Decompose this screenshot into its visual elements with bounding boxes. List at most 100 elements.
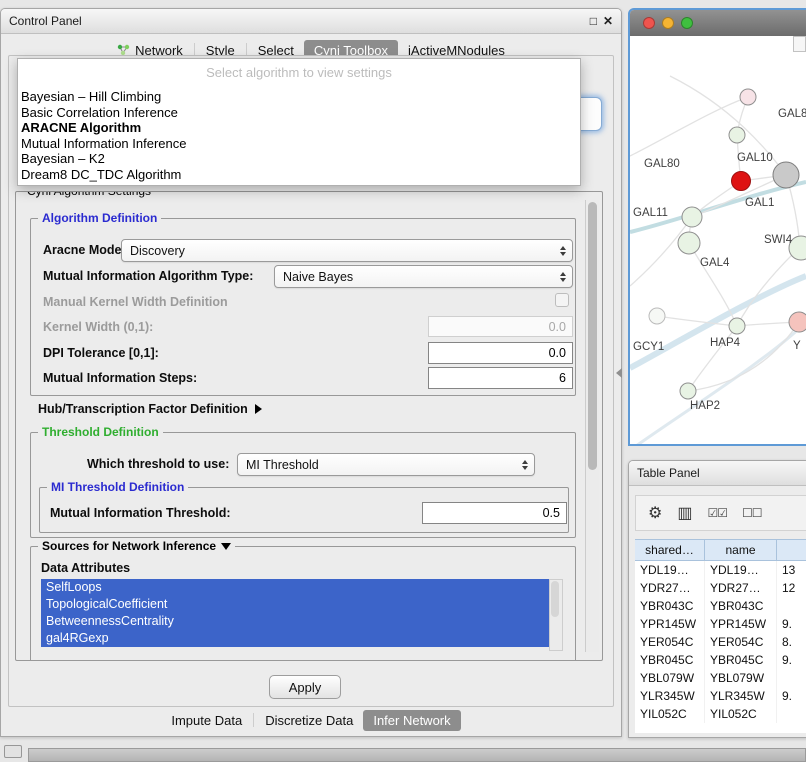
table-cell[interactable]: YDR27… <box>705 579 777 597</box>
table-cell[interactable]: YIL052C <box>705 705 777 723</box>
table-cell[interactable]: 8. <box>777 633 806 651</box>
graph-node-hap4[interactable] <box>729 318 745 334</box>
tab-infer-network[interactable]: Infer Network <box>363 710 460 731</box>
manual-kernel-width-checkbox[interactable] <box>555 293 569 307</box>
table-row[interactable]: YBR043C YBR043C <box>635 597 806 615</box>
table-row[interactable]: YBL079W YBL079W <box>635 669 806 687</box>
attribute-item-selected[interactable]: SelfLoops <box>41 579 549 596</box>
algorithm-option[interactable]: Mutual Information Inference <box>18 136 580 152</box>
settings-scrollbar[interactable] <box>585 200 599 652</box>
table-header-row: shared… name <box>635 539 806 561</box>
float-window-icon[interactable]: □ <box>590 14 597 28</box>
attributes-scrollbar-thumb[interactable] <box>551 581 559 617</box>
table-panel-titlebar[interactable]: Table Panel <box>629 461 806 486</box>
restore-panel-icon[interactable] <box>4 745 22 758</box>
network-window-titlebar[interactable] <box>630 10 806 36</box>
graph-node-gal11[interactable] <box>682 207 702 227</box>
table-cell[interactable]: 9. <box>777 651 806 669</box>
table-cell[interactable]: YBR045C <box>635 651 705 669</box>
attribute-item-selected[interactable]: TopologicalCoefficient <box>41 596 549 613</box>
table-row[interactable]: YER054C YER054C 8. <box>635 633 806 651</box>
algorithm-option[interactable]: Bayesian – K2 <box>18 151 580 167</box>
attributes-scrollbar[interactable] <box>549 579 563 651</box>
table-cell[interactable]: YBL079W <box>705 669 777 687</box>
apply-button[interactable]: Apply <box>269 675 341 699</box>
graph-node-gcy1[interactable] <box>649 308 665 324</box>
aracne-mode-select[interactable]: Discovery <box>121 239 573 262</box>
table-header-cell[interactable]: shared… <box>635 539 705 561</box>
table-cell[interactable] <box>777 669 806 687</box>
which-threshold-label: Which threshold to use: <box>87 457 229 471</box>
graph-node[interactable] <box>789 312 806 332</box>
algorithm-option-selected[interactable]: ARACNE Algorithm <box>18 120 580 136</box>
splitter-collapse-arrow[interactable] <box>616 368 622 378</box>
close-traffic-light[interactable] <box>643 17 655 29</box>
table-cell[interactable] <box>777 597 806 615</box>
table-row[interactable]: YLR345W YLR345W 9. <box>635 687 806 705</box>
settings-scrollbar-thumb[interactable] <box>588 202 597 470</box>
tab-impute-data[interactable]: Impute Data <box>161 710 252 731</box>
graph-node-gal1[interactable] <box>773 162 799 188</box>
table-cell[interactable]: YER054C <box>635 633 705 651</box>
table-cell[interactable]: YPR145W <box>635 615 705 633</box>
canvas-scrollbar-top[interactable] <box>793 36 806 52</box>
table-row[interactable]: YIL052C YIL052C <box>635 705 806 723</box>
minimize-traffic-light[interactable] <box>662 17 674 29</box>
table-cell[interactable]: 13 <box>777 561 806 579</box>
mi-threshold-label: Mutual Information Threshold: <box>50 506 231 520</box>
graph-node[interactable] <box>740 89 756 105</box>
hub-factor-section-toggle[interactable]: Hub/Transcription Factor Definition <box>38 402 262 416</box>
table-cell[interactable]: YER054C <box>705 633 777 651</box>
select-all-columns-icon[interactable]: ☑☑ <box>707 506 727 520</box>
table-cell[interactable]: YBL079W <box>635 669 705 687</box>
mi-algorithm-type-select[interactable]: Naive Bayes <box>274 265 573 288</box>
table-cell[interactable] <box>777 705 806 723</box>
table-header-cell[interactable]: name <box>705 539 777 561</box>
table-cell[interactable]: 12 <box>777 579 806 597</box>
mi-threshold-input[interactable] <box>422 502 567 524</box>
graph-node-gal4[interactable] <box>678 232 700 254</box>
algorithm-option[interactable]: Basic Correlation Inference <box>18 105 580 121</box>
table-cell[interactable]: YLR345W <box>705 687 777 705</box>
data-attributes-list: SelfLoops TopologicalCoefficient Between… <box>41 579 549 647</box>
gear-icon[interactable]: ⚙ <box>648 503 662 523</box>
node-label: GAL1 <box>745 197 774 209</box>
table-header-cell[interactable] <box>777 539 806 561</box>
columns-icon[interactable]: ▥ <box>677 503 692 523</box>
tab-discretize-data[interactable]: Discretize Data <box>255 710 363 731</box>
kernel-width-input[interactable] <box>428 316 573 337</box>
table-cell[interactable]: YDL19… <box>635 561 705 579</box>
which-threshold-select[interactable]: MI Threshold <box>237 453 535 476</box>
table-row[interactable]: YPR145W YPR145W 9. <box>635 615 806 633</box>
table-cell[interactable]: YDL19… <box>705 561 777 579</box>
table-cell[interactable]: 9. <box>777 687 806 705</box>
table-cell[interactable]: YLR345W <box>635 687 705 705</box>
table-cell[interactable]: YPR145W <box>705 615 777 633</box>
algorithm-option[interactable]: Bayesian – Hill Climbing <box>18 89 580 105</box>
attribute-item-selected[interactable]: BetweennessCentrality <box>41 613 549 630</box>
desktop: Control Panel □ ✕ Network Style S <box>0 0 806 762</box>
sources-group-title[interactable]: Sources for Network Inference <box>38 539 235 553</box>
node-label: GAL4 <box>700 257 730 269</box>
control-panel-titlebar[interactable]: Control Panel □ ✕ <box>1 9 621 34</box>
table-row[interactable]: YDR27… YDR27… 12 <box>635 579 806 597</box>
algorithm-option[interactable]: Dream8 DC_TDC Algorithm <box>18 167 580 183</box>
table-cell[interactable]: YIL052C <box>635 705 705 723</box>
table-cell[interactable]: YBR043C <box>635 597 705 615</box>
table-cell[interactable]: 9. <box>777 615 806 633</box>
table-row[interactable]: YDL19… YDL19… 13 <box>635 561 806 579</box>
close-window-icon[interactable]: ✕ <box>603 14 613 28</box>
mi-steps-input[interactable] <box>428 367 573 389</box>
graph-node-gal10[interactable] <box>732 172 751 191</box>
table-cell[interactable]: YBR045C <box>705 651 777 669</box>
deselect-all-columns-icon[interactable]: ☐☐ <box>742 506 762 520</box>
network-canvas[interactable]: GAL80 GAL10 GAL8 GAL11 GAL1 SWI4 GAL4 GC… <box>630 36 806 444</box>
table-cell[interactable]: YDR27… <box>635 579 705 597</box>
zoom-traffic-light[interactable] <box>681 17 693 29</box>
attribute-item-selected[interactable]: gal4RGexp <box>41 630 549 647</box>
dpi-tolerance-input[interactable] <box>428 342 573 364</box>
table-cell[interactable]: YBR043C <box>705 597 777 615</box>
graph-node-hap2[interactable] <box>680 383 696 399</box>
graph-node[interactable] <box>729 127 745 143</box>
table-row[interactable]: YBR045C YBR045C 9. <box>635 651 806 669</box>
